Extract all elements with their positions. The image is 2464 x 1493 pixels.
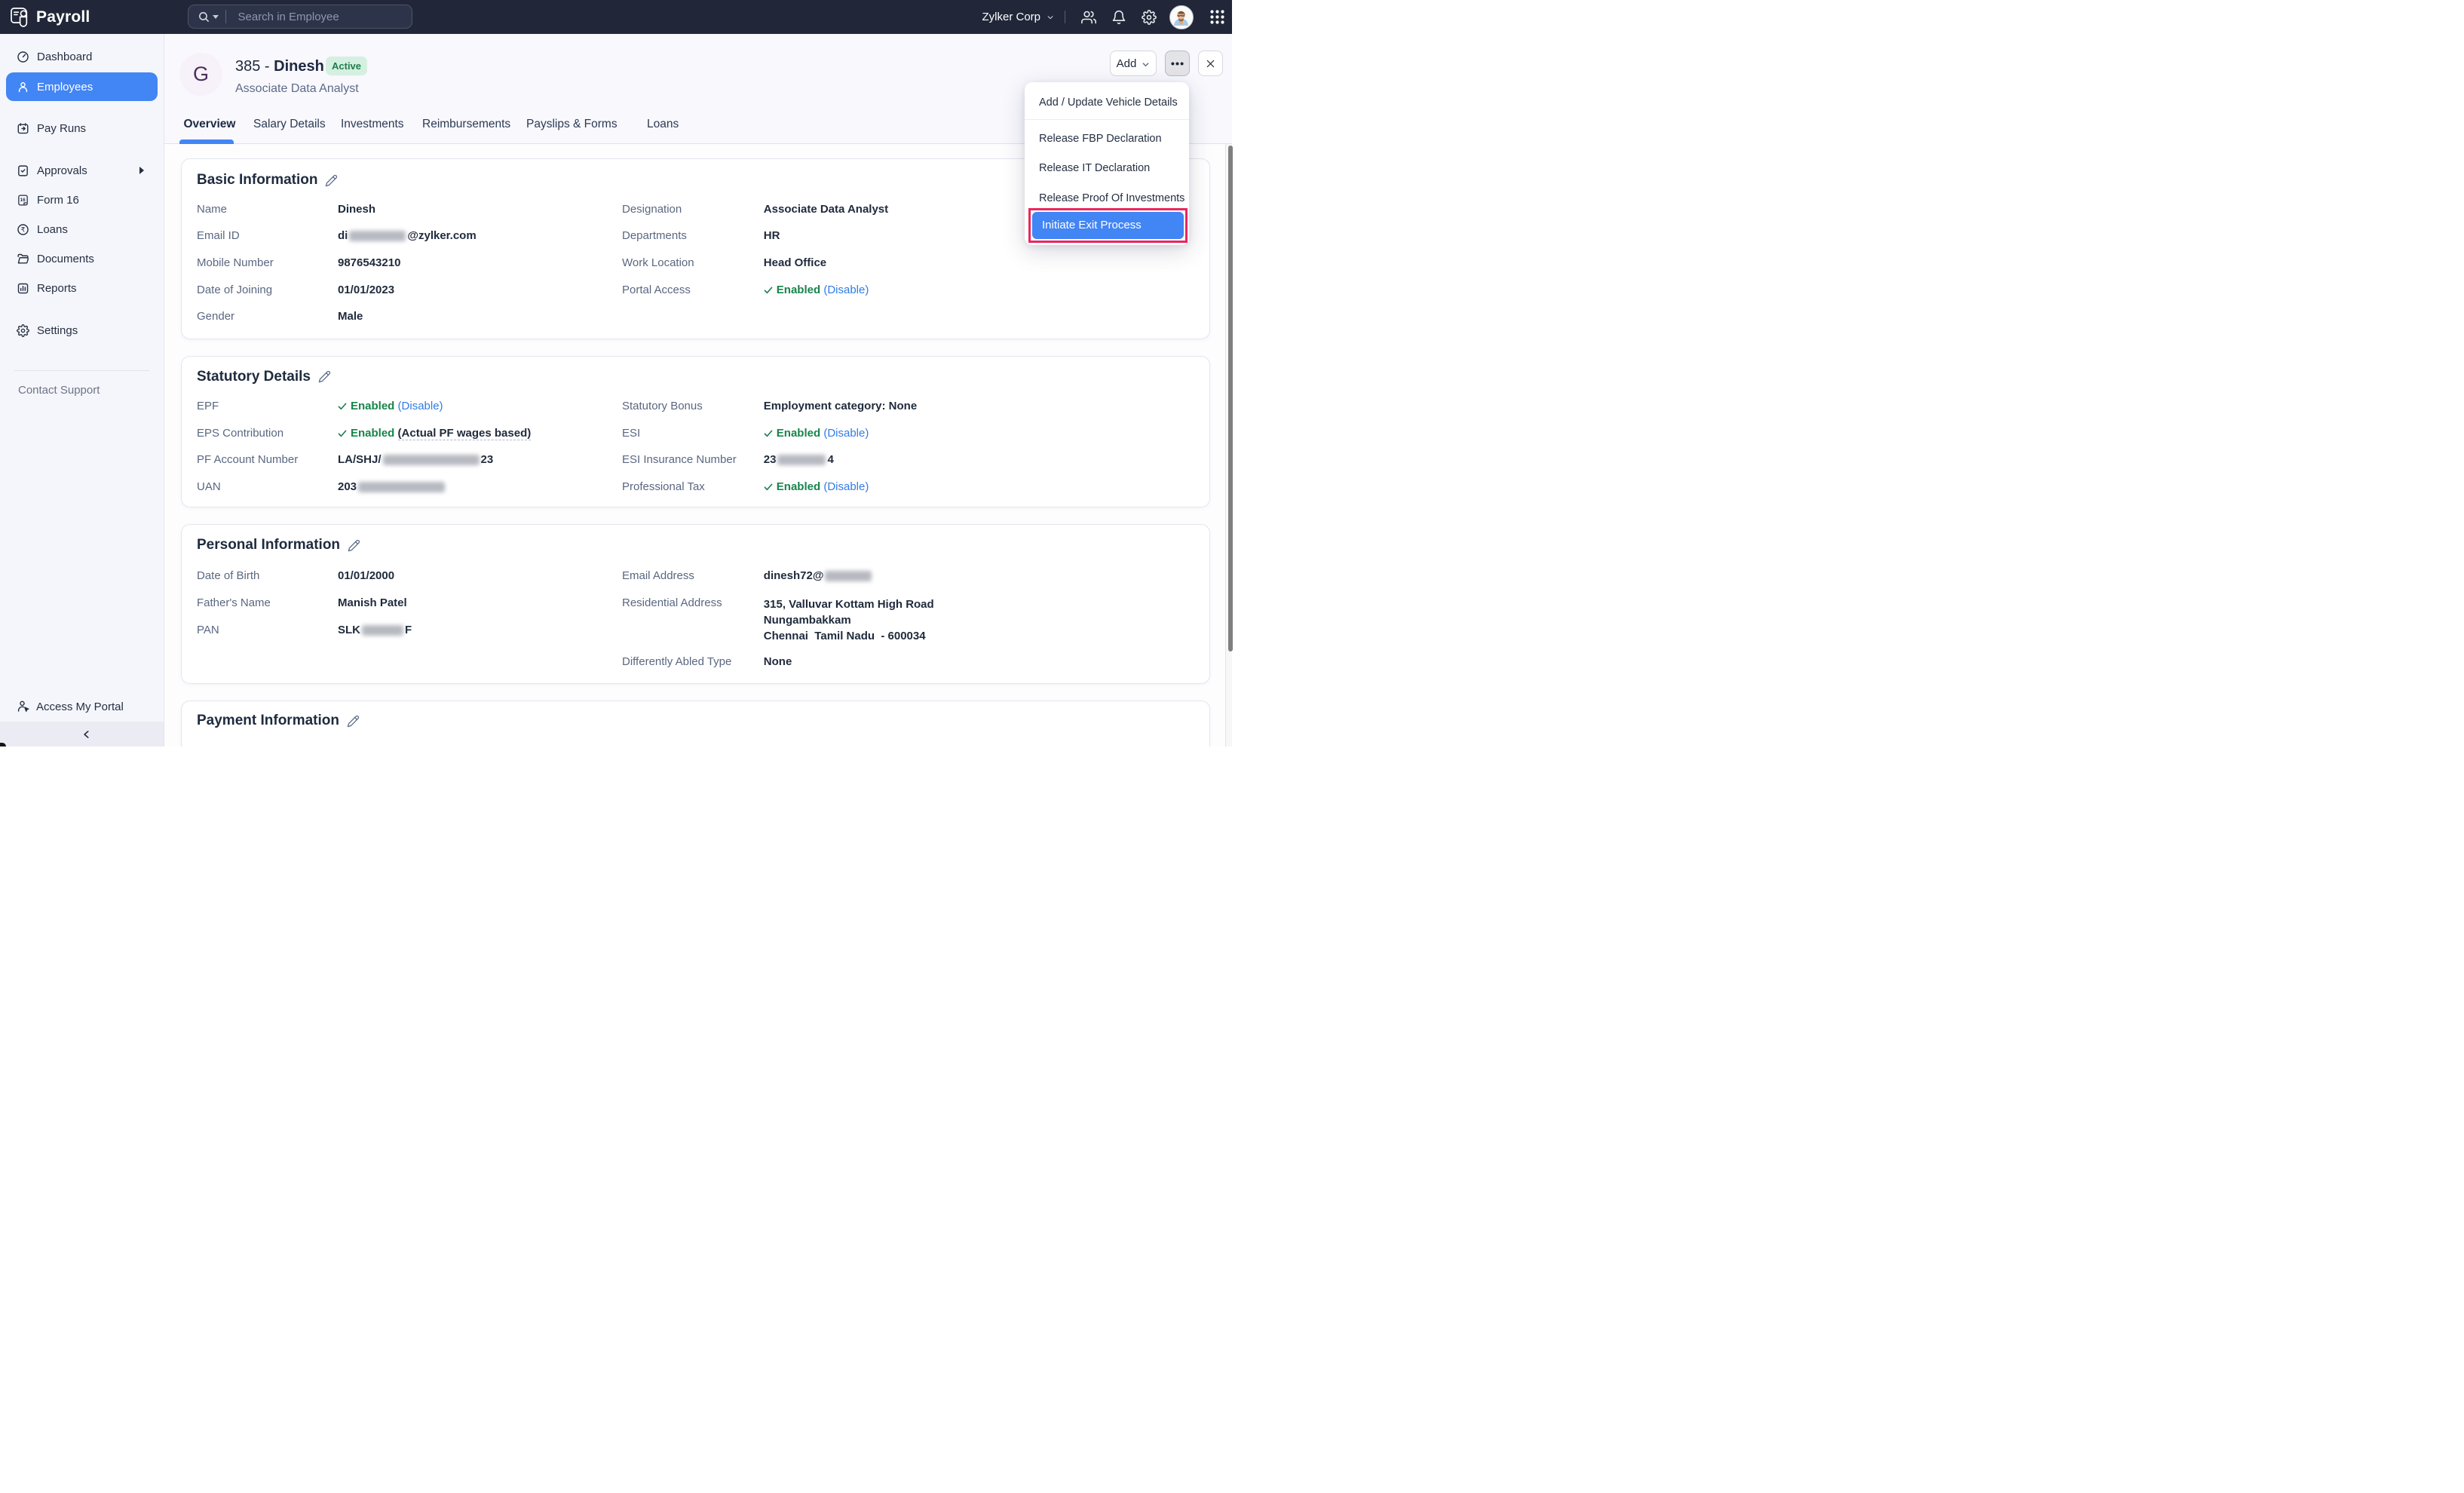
svg-text:16: 16 [20,197,26,202]
svg-text:₹: ₹ [21,225,26,233]
